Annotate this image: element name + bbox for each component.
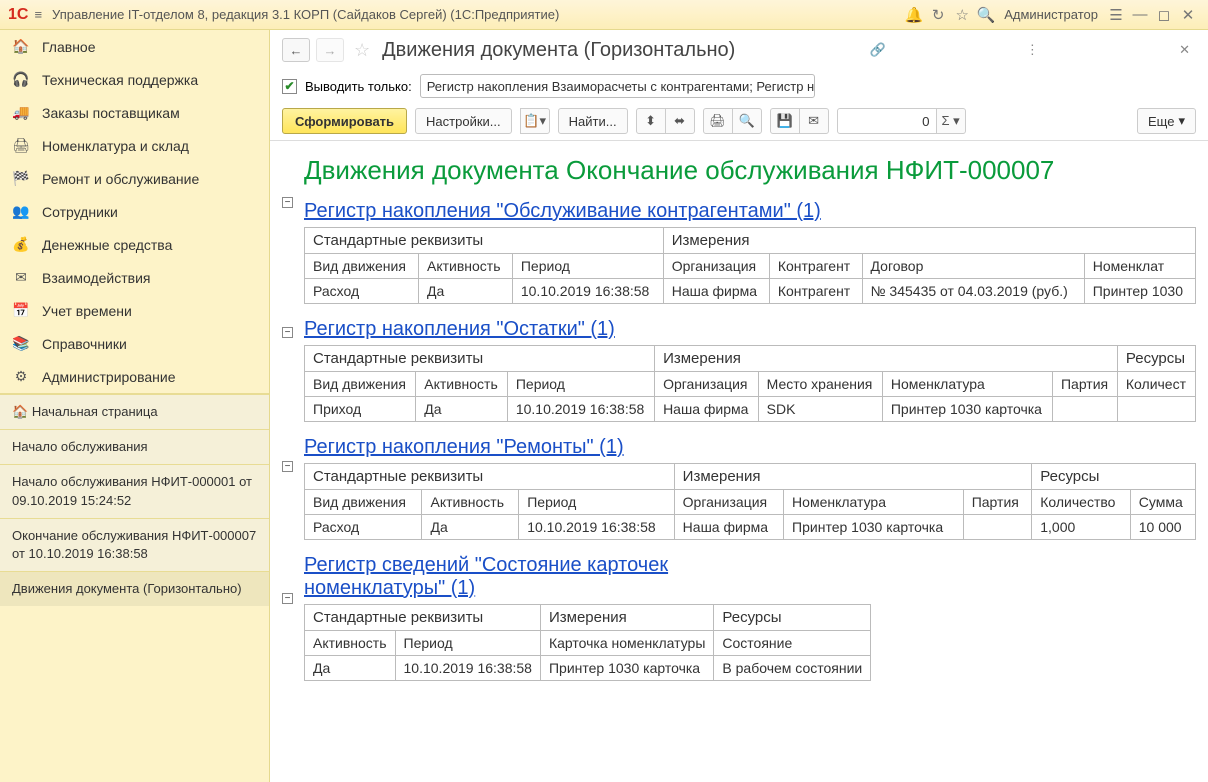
open-doc-home[interactable]: 🏠 Начальная страница (0, 394, 269, 429)
find-button[interactable]: Найти... (558, 108, 628, 134)
nav-admin[interactable]: ⚙Администрирование (0, 360, 269, 393)
variants-button[interactable]: 📋▾ (520, 108, 550, 134)
filter-row: ✔ Выводить только: Регистр накопления Вз… (270, 70, 1208, 102)
page-title: Движения документа (Горизонтально) (382, 39, 735, 62)
nav-time[interactable]: 📅Учет времени (0, 294, 269, 327)
flag-icon: 🏁 (12, 170, 30, 187)
register-table: Стандартные реквизитыИзмеренияРесурсы Ак… (304, 604, 871, 681)
favorite-icon[interactable]: ☆ (354, 40, 370, 61)
collapse-node-icon[interactable]: − (282, 461, 293, 472)
register-link[interactable]: Регистр накопления "Остатки" (1) (304, 318, 615, 341)
form-button[interactable]: Сформировать (282, 108, 407, 134)
filter-label: Выводить только: (305, 79, 412, 94)
tree-gutter: − − − − (274, 149, 304, 695)
minimize-icon[interactable]: — (1128, 6, 1152, 23)
star-icon[interactable]: ☆ (950, 6, 974, 24)
register-table: Стандартные реквизитыИзмеренияРесурсы Ви… (304, 463, 1196, 540)
nav-support[interactable]: 🎧Техническая поддержка (0, 63, 269, 96)
collapse-node-icon[interactable]: − (282, 327, 293, 338)
panel-icon[interactable]: ☰ (1104, 6, 1128, 24)
titlebar: 1С ≡ Управление IT-отделом 8, редакция 3… (0, 0, 1208, 30)
calendar-icon: 📅 (12, 302, 30, 319)
forward-button[interactable]: → (316, 38, 344, 62)
preview-button[interactable]: 🔍 (732, 108, 762, 134)
headset-icon: 🎧 (12, 71, 30, 88)
nav-repair[interactable]: 🏁Ремонт и обслуживание (0, 162, 269, 195)
collapse-node-icon[interactable]: − (282, 593, 293, 604)
print-button[interactable]: 🖨 (703, 108, 733, 134)
content: ← → ☆ Движения документа (Горизонтально)… (270, 30, 1208, 782)
register-block-1: Регистр накопления "Обслуживание контраг… (304, 200, 1196, 304)
close-doc-icon[interactable]: ✕ (1173, 42, 1196, 58)
table-row[interactable]: РасходДа10.10.2019 16:38:58 Наша фирмаПр… (305, 515, 1196, 540)
bell-icon[interactable]: 🔔 (902, 6, 926, 24)
table-row[interactable]: Да10.10.2019 16:38:58Принтер 1030 карточ… (305, 656, 871, 681)
printer-icon: 🖨 (12, 137, 30, 154)
open-docs: 🏠 Начальная страница Начало обслуживания… (0, 394, 269, 606)
register-table: Стандартные реквизитыИзмеренияРесурсы Ви… (304, 345, 1196, 422)
maximize-icon[interactable]: ◻ (1152, 6, 1176, 24)
sum-button[interactable]: Σ ▾ (936, 108, 966, 134)
table-row[interactable]: РасходДа10.10.2019 16:38:58 Наша фирмаКо… (305, 279, 1196, 304)
toolbar: Сформировать Настройки... 📋▾ Найти... ⬍ … (270, 102, 1208, 140)
register-link[interactable]: Регистр накопления "Ремонты" (1) (304, 436, 624, 459)
nav-orders[interactable]: 🚚Заказы поставщикам (0, 96, 269, 129)
nav-refs[interactable]: 📚Справочники (0, 327, 269, 360)
more-button[interactable]: Еще ▾ (1137, 108, 1196, 134)
user-label[interactable]: Администратор (1004, 7, 1098, 22)
report-title: Движения документа Окончание обслуживани… (304, 155, 1196, 186)
close-icon[interactable]: ✕ (1176, 6, 1200, 24)
doc-header: ← → ☆ Движения документа (Горизонтально)… (270, 30, 1208, 70)
open-doc-current[interactable]: Движения документа (Горизонтально) (0, 571, 269, 606)
open-doc-2[interactable]: Начало обслуживания НФИТ-000001 от 09.10… (0, 464, 269, 517)
home-icon: 🏠 (12, 38, 30, 55)
collapse-button[interactable]: ⬌ (665, 108, 695, 134)
register-block-4: Регистр сведений "Состояние карточек ном… (304, 554, 1196, 681)
open-doc-3[interactable]: Окончание обслуживания НФИТ-000007 от 10… (0, 518, 269, 571)
nav-money[interactable]: 💰Денежные средства (0, 228, 269, 261)
register-table: Стандартные реквизитыИзмерения Вид движе… (304, 227, 1196, 304)
gear-icon: ⚙ (12, 368, 30, 385)
sum-input[interactable] (837, 108, 937, 134)
logo-1c: 1С (8, 6, 28, 24)
filter-checkbox[interactable]: ✔ (282, 79, 297, 94)
back-button[interactable]: ← (282, 38, 310, 62)
link-icon[interactable]: 🔗 (864, 42, 892, 58)
nav-interactions[interactable]: ✉Взаимодействия (0, 261, 269, 294)
table-row[interactable]: ПриходДа10.10.2019 16:38:58 Наша фирмаSD… (305, 397, 1196, 422)
money-icon: 💰 (12, 236, 30, 253)
nav-list: 🏠Главное 🎧Техническая поддержка 🚚Заказы … (0, 30, 269, 393)
menu-icon[interactable]: ≡ (34, 7, 42, 22)
books-icon: 📚 (12, 335, 30, 352)
register-block-3: Регистр накопления "Ремонты" (1) Стандар… (304, 436, 1196, 540)
sidebar: 🏠Главное 🎧Техническая поддержка 🚚Заказы … (0, 30, 270, 782)
open-doc-1[interactable]: Начало обслуживания (0, 429, 269, 464)
settings-button[interactable]: Настройки... (415, 108, 512, 134)
save-button[interactable]: 💾 (770, 108, 800, 134)
nav-staff[interactable]: 👥Сотрудники (0, 195, 269, 228)
register-link[interactable]: Регистр накопления "Обслуживание контраг… (304, 200, 821, 223)
nav-main[interactable]: 🏠Главное (0, 30, 269, 63)
users-icon: 👥 (12, 203, 30, 220)
report-area[interactable]: − − − − Движения документа Окончание обс… (270, 140, 1208, 782)
nav-stock[interactable]: 🖨Номенклатура и склад (0, 129, 269, 162)
history-icon[interactable]: ↻ (926, 6, 950, 24)
collapse-node-icon[interactable]: − (282, 197, 293, 208)
more-icon[interactable]: ⋮ (1020, 42, 1045, 58)
expand-button[interactable]: ⬍ (636, 108, 666, 134)
truck-icon: 🚚 (12, 104, 30, 121)
register-link[interactable]: Регистр сведений "Состояние карточек ном… (304, 554, 734, 600)
app-title: Управление IT-отделом 8, редакция 3.1 КО… (52, 7, 902, 22)
register-block-2: Регистр накопления "Остатки" (1) Стандар… (304, 318, 1196, 422)
mail-icon: ✉ (12, 269, 30, 286)
search-icon[interactable]: 🔍 (974, 6, 998, 24)
filter-input[interactable]: Регистр накопления Взаиморасчеты с контр… (420, 74, 815, 98)
send-button[interactable]: ✉ (799, 108, 829, 134)
